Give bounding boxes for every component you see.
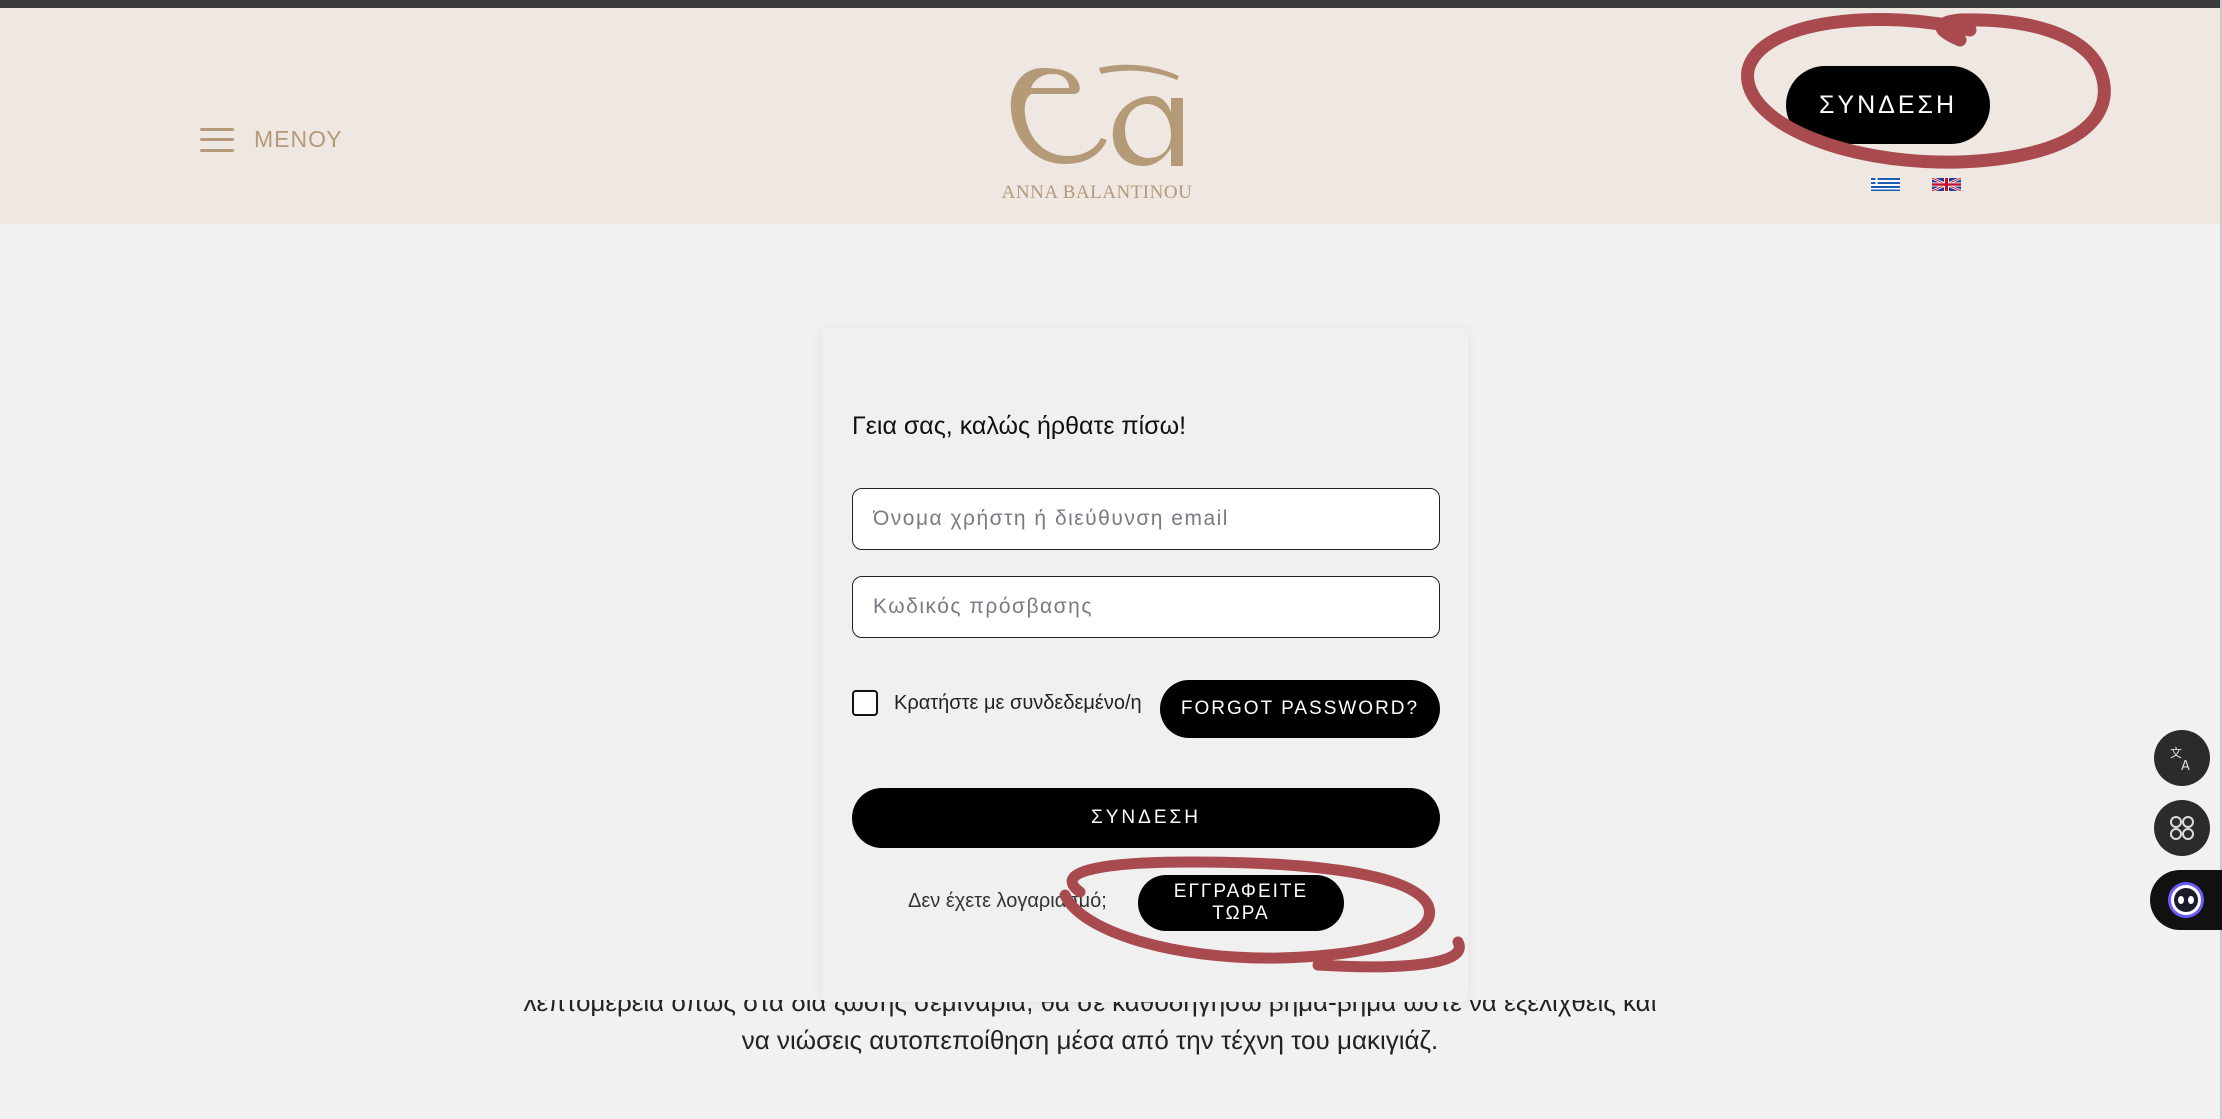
apps-widget[interactable] xyxy=(2154,800,2210,856)
language-switcher xyxy=(1871,178,1961,191)
assistant-bot-icon xyxy=(2168,882,2204,918)
site-header: ΜΕΝΟΥ ANNA BALANTINOU ΣΥΝΔΕΣΗ xyxy=(0,8,2222,224)
username-email-input[interactable] xyxy=(852,488,1440,550)
apps-grid-icon xyxy=(2170,816,2194,840)
hamburger-icon xyxy=(200,127,234,152)
password-input[interactable] xyxy=(852,576,1440,638)
intro-line-2: να νιώσεις αυτοπεποίθηση μέσα από την τέ… xyxy=(741,1025,1439,1055)
header-login-button[interactable]: ΣΥΝΔΕΣΗ xyxy=(1786,66,1990,144)
translate-widget[interactable]: 文 A xyxy=(2154,730,2210,786)
no-account-text: Δεν έχετε λογαριασμό; xyxy=(908,890,1107,912)
svg-text:A: A xyxy=(2181,759,2190,773)
login-submit-button[interactable]: ΣΥΝΔΕΣΗ xyxy=(852,788,1440,848)
remember-me-checkbox[interactable] xyxy=(852,690,878,716)
logo-wordmark: ANNA BALANTINOU xyxy=(1001,182,1193,203)
browser-top-strip xyxy=(0,0,2222,8)
login-card: Γεια σας, καλώς ήρθατε πίσω! Κρατήστε με… xyxy=(822,328,1468,1002)
site-logo[interactable]: ANNA BALANTINOU xyxy=(1002,58,1192,208)
remember-me-label: Κρατήστε με συνδεδεμένο/η xyxy=(894,691,1142,714)
register-now-button[interactable]: ΕΓΓΡΑΦΕΙΤΕ ΤΩΡΑ xyxy=(1138,875,1344,931)
menu-toggle[interactable]: ΜΕΝΟΥ xyxy=(200,126,343,153)
svg-text:文: 文 xyxy=(2170,745,2182,760)
uk-flag-icon[interactable] xyxy=(1932,178,1961,191)
remember-me[interactable]: Κρατήστε με συνδεδεμένο/η xyxy=(852,690,1142,716)
intro-paragraph: λεπτομέρεια όπως στα δια ζώσης σεμινάρια… xyxy=(470,1000,1710,1062)
translate-icon: 文 A xyxy=(2170,745,2190,773)
assistant-widget[interactable] xyxy=(2150,870,2222,930)
login-greeting: Γεια σας, καλώς ήρθατε πίσω! xyxy=(852,412,1187,440)
menu-label: ΜΕΝΟΥ xyxy=(254,126,343,152)
greek-flag-icon[interactable] xyxy=(1871,178,1900,191)
logo-monogram xyxy=(1010,64,1183,166)
forgot-password-button[interactable]: FORGOT PASSWORD? xyxy=(1160,680,1440,738)
